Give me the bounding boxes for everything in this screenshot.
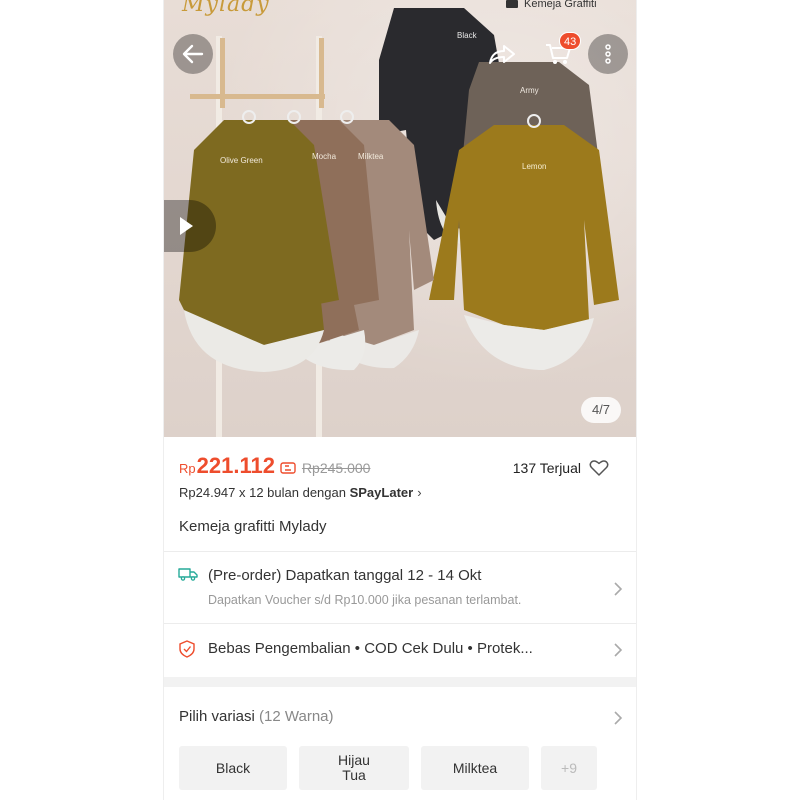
chevron-right-icon — [614, 711, 623, 725]
price-original: Rp245.000 — [301, 460, 371, 476]
play-icon — [179, 217, 193, 235]
cart-count-badge: 43 — [559, 32, 582, 50]
installment-info[interactable]: Rp24.947 x 12 bulan dengan SPayLater › — [179, 485, 422, 500]
back-button[interactable] — [173, 34, 213, 74]
chevron-right-icon — [614, 643, 623, 657]
variation-label: Pilih variasi — [179, 708, 255, 725]
price-row: Rp 221.112 Rp245.000 137 Terjual — [179, 453, 623, 483]
chevron-right-icon: › — [417, 485, 422, 500]
truck-icon — [178, 568, 198, 581]
cart-button[interactable]: 43 — [538, 32, 582, 74]
variation-option[interactable]: Milktea — [421, 746, 529, 790]
play-video-button[interactable] — [164, 200, 216, 252]
divider — [164, 551, 636, 552]
brand-caption-text: Kemeja Graffiti — [524, 0, 597, 10]
coin-tag-icon — [280, 462, 296, 474]
variation-count: (12 Warna) — [259, 708, 334, 725]
share-button[interactable] — [482, 34, 522, 74]
variation-more[interactable]: +9 — [541, 746, 597, 790]
brand-mark-icon — [506, 0, 518, 8]
variation-option[interactable]: Black — [179, 746, 287, 790]
product-page: Mylady Kemeja Graffiti Olive Green Mocha… — [163, 0, 637, 800]
installment-text: Rp24.947 x 12 bulan dengan — [179, 485, 350, 500]
product-image-gallery[interactable]: Mylady Kemeja Graffiti Olive Green Mocha… — [164, 0, 636, 437]
variation-options: Black Hijau Tua Milktea +9 — [179, 746, 597, 790]
more-vertical-icon — [605, 44, 611, 64]
variation-option[interactable]: Hijau Tua — [299, 746, 409, 790]
product-title: Kemeja grafitti Mylady — [179, 518, 327, 535]
guarantee-row[interactable]: Bebas Pengembalian • COD Cek Dulu • Prot… — [164, 624, 636, 676]
sold-count: 137 Terjual — [512, 460, 581, 476]
shield-icon — [179, 640, 195, 658]
arrow-left-icon — [182, 44, 204, 64]
shipping-subtitle: Dapatkan Voucher s/d Rp10.000 jika pesan… — [208, 593, 522, 607]
chevron-right-icon — [614, 582, 623, 596]
shirt-label: Black — [457, 31, 477, 40]
shirt-label: Army — [520, 86, 539, 95]
price-current: 221.112 — [196, 453, 275, 478]
shirt-label: Lemon — [522, 162, 547, 171]
shirt-label: Olive Green — [220, 156, 263, 165]
brand-logo: Mylady — [182, 0, 270, 17]
installment-provider: SPayLater — [349, 485, 414, 500]
guarantee-text: Bebas Pengembalian • COD Cek Dulu • Prot… — [208, 640, 533, 657]
variation-title: Pilih variasi (12 Warna) — [179, 708, 334, 725]
section-separator — [164, 677, 636, 687]
variation-row[interactable]: Pilih variasi (12 Warna) — [164, 698, 636, 738]
shipping-row[interactable]: (Pre-order) Dapatkan tanggal 12 - 14 Okt… — [164, 553, 636, 623]
share-icon — [489, 45, 515, 64]
price-currency: Rp — [179, 461, 196, 476]
shirt-label: Mocha — [312, 152, 337, 161]
brand-caption: Kemeja Graffiti — [506, 0, 597, 10]
shipping-title: (Pre-order) Dapatkan tanggal 12 - 14 Okt — [208, 567, 482, 584]
image-counter: 4/7 — [581, 397, 621, 423]
heart-icon[interactable] — [589, 459, 609, 477]
more-options-button[interactable] — [588, 34, 628, 74]
shirt-label: Milktea — [358, 152, 384, 161]
